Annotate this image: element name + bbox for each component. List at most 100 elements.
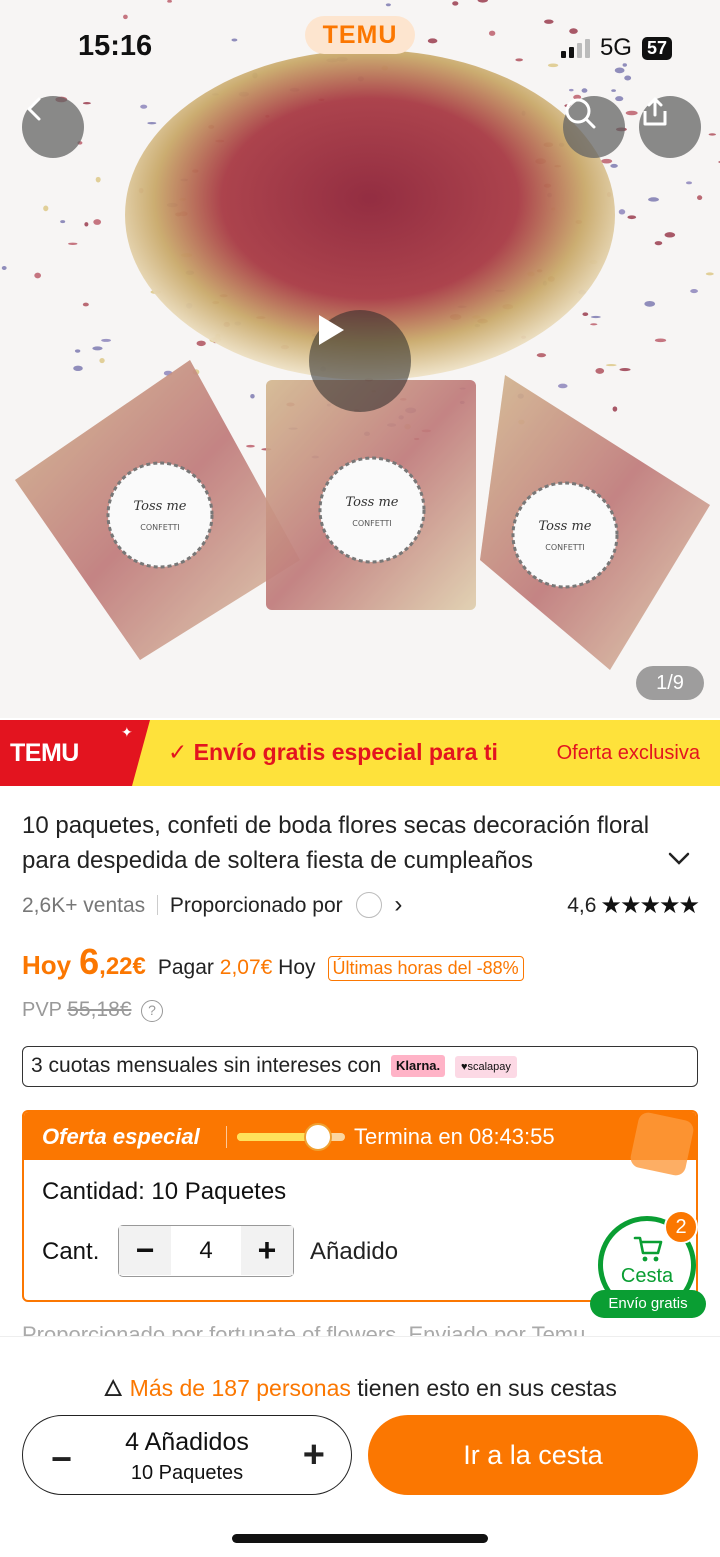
divider	[157, 895, 159, 915]
petal	[43, 205, 49, 212]
pvp-value: 55,18€	[67, 998, 132, 1021]
petal	[615, 96, 624, 102]
free-shipping-banner: ✓ Envío gratis especial para ti	[168, 739, 498, 766]
petal	[686, 181, 692, 185]
bottom-action-bar: 🜂 Más de 187 personas tienen esto en sus…	[0, 1336, 720, 1557]
people-count: Más de 187 personas	[129, 1375, 351, 1401]
petal	[196, 340, 206, 347]
petal	[590, 323, 598, 326]
installments-banner[interactable]: 3 cuotas mensuales sin intereses con Kla…	[22, 1046, 698, 1087]
pack-label: Toss me	[134, 499, 187, 514]
petal	[68, 242, 78, 245]
pay-label: Pagar	[157, 956, 214, 979]
pay-amount: 2,07€	[219, 956, 273, 979]
scalapay-text: scalapay	[467, 1061, 511, 1073]
petal	[92, 346, 103, 351]
confetti-bag-center: Toss me CONFETTI	[266, 380, 476, 610]
petal	[622, 63, 627, 67]
petal	[250, 393, 255, 399]
petal	[654, 338, 667, 343]
petal	[140, 104, 148, 109]
petal	[385, 3, 391, 7]
product-gallery[interactable]: Toss me CONFETTI Toss me CONFETTI Toss m…	[0, 0, 720, 718]
scalapay-logo: ♥scalapay	[454, 1056, 517, 1078]
special-offer-card: Oferta especial Termina en 08:43:55 Cant…	[22, 1110, 698, 1302]
petal	[611, 89, 616, 92]
people-text: tienen esto en sus cestas	[357, 1375, 617, 1401]
sales-count: 2,6K+ ventas	[22, 894, 146, 917]
chevron-right-icon: ›	[394, 891, 403, 918]
rating[interactable]: 4,6 ★★★★★	[567, 891, 700, 920]
confetti-bag-left: Toss me CONFETTI	[15, 360, 300, 660]
cart-quantity-control: − 4 Añadidos 10 Paquetes +	[22, 1415, 352, 1495]
chevron-down-icon[interactable]	[667, 846, 691, 870]
petal	[644, 300, 656, 307]
seller-link[interactable]: Proporcionado por ›	[169, 891, 403, 918]
petal	[624, 75, 632, 81]
pay-suffix: Hoy	[278, 956, 316, 979]
today-label: Hoy	[22, 950, 72, 980]
package-label: 10 Paquetes	[130, 1462, 244, 1484]
petal	[595, 367, 605, 374]
offer-decoration	[628, 1112, 696, 1178]
cart-icon	[633, 1236, 663, 1262]
pack-sublabel: CONFETTI	[140, 523, 180, 532]
temu-logo: TEMU	[305, 16, 415, 54]
check-icon: ✓	[168, 739, 188, 765]
sparkle-icon: ✦	[121, 724, 133, 740]
go-to-cart-button[interactable]: Ir a la cesta	[368, 1415, 698, 1495]
petal	[705, 272, 714, 276]
search-button[interactable]	[563, 96, 625, 158]
petal	[544, 19, 554, 24]
battery-icon: 57	[641, 36, 672, 60]
play-icon	[319, 315, 344, 345]
back-button[interactable]	[22, 96, 84, 158]
rating-value: 4,6	[567, 893, 597, 917]
provided-by-label: Proporcionado por	[169, 894, 343, 917]
product-meta: 2,6K+ ventas Proporcionado por › 4,6 ★★★…	[22, 891, 700, 921]
klarna-logo: Klarna.	[391, 1055, 446, 1077]
decrement-button[interactable]: −	[119, 1226, 171, 1275]
petal	[95, 176, 101, 183]
petal	[246, 444, 255, 448]
petal	[590, 315, 601, 319]
petal	[73, 365, 83, 372]
petal	[101, 338, 112, 342]
special-offer-header: Oferta especial Termina en 08:43:55	[24, 1112, 696, 1178]
petal	[614, 67, 625, 74]
share-icon	[643, 97, 667, 126]
increment-button[interactable]: +	[241, 1226, 293, 1275]
petal	[569, 88, 574, 92]
petal	[34, 272, 42, 279]
cart-count-badge: 2	[664, 1210, 698, 1244]
home-indicator[interactable]	[232, 1534, 488, 1543]
countdown-timer: 08:43:55	[468, 1124, 555, 1149]
petal	[93, 219, 102, 225]
confetti-bag-right: Toss me CONFETTI	[480, 375, 710, 670]
price-integer: 6	[79, 941, 100, 982]
signal-icon	[560, 38, 590, 58]
installments-text: 3 cuotas mensuales sin intereses con	[31, 1054, 382, 1077]
petal	[690, 288, 698, 294]
status-indicators: 5G 57	[560, 34, 672, 62]
seller-logo	[356, 892, 383, 918]
countdown: Termina en 08:43:55	[354, 1124, 555, 1150]
product-title: 10 paquetes, confeti de boda flores seca…	[22, 812, 650, 874]
petal	[697, 195, 703, 201]
quantity-value[interactable]: 4	[171, 1226, 241, 1276]
petal	[581, 88, 588, 93]
play-video-button[interactable]	[309, 310, 411, 412]
petal	[664, 232, 676, 238]
added-count: 4 Añadidos	[125, 1428, 249, 1456]
promo-banner[interactable]: TEMU WEEK ✦ ✓ Envío gratis especial para…	[0, 720, 720, 786]
petal	[708, 133, 716, 136]
status-time: 15:16	[78, 30, 153, 62]
quantity-stepper: − 4 +	[118, 1225, 294, 1277]
petal	[82, 102, 91, 105]
share-button[interactable]	[639, 96, 701, 158]
petal	[582, 312, 589, 316]
help-icon[interactable]: ?	[141, 1000, 164, 1022]
plus-button[interactable]: +	[303, 1434, 325, 1477]
petal	[99, 357, 105, 364]
petal	[618, 209, 626, 215]
